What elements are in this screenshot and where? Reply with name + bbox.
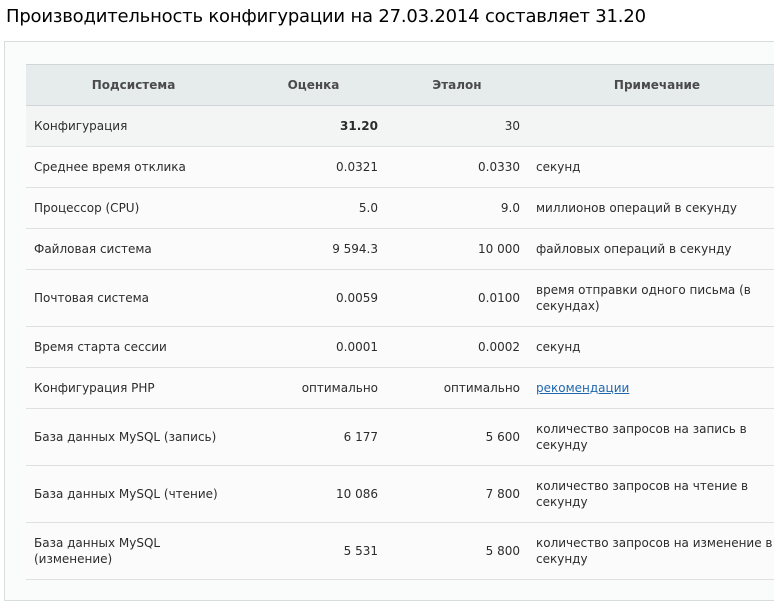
table-row: База данных MySQL (чтение) 10 086 7 800 … bbox=[26, 465, 774, 523]
reference-value: 0.0100 bbox=[386, 269, 528, 327]
note-text: время отправки одного письма (в секундах… bbox=[528, 269, 774, 327]
note-text: количество запросов на чтение в секунду bbox=[528, 465, 774, 523]
reference-value: 30 bbox=[386, 105, 528, 147]
note-text: количество запросов на запись в секунду bbox=[528, 408, 774, 466]
score-value: оптимально bbox=[241, 367, 386, 409]
note-text: миллионов операций в секунду bbox=[528, 187, 774, 229]
score-value: 6 177 bbox=[241, 408, 386, 466]
reference-value: 5 600 bbox=[386, 408, 528, 466]
note-text: секунд bbox=[528, 146, 774, 188]
header-reference: Эталон bbox=[386, 64, 528, 106]
subsystem-name: База данных MySQL (запись) bbox=[26, 408, 241, 466]
score-value: 0.0001 bbox=[241, 326, 386, 368]
table-row: База данных MySQL (запись) 6 177 5 600 к… bbox=[26, 408, 774, 466]
reference-value: 10 000 bbox=[386, 228, 528, 270]
table-row: База данных MySQL (изменение) 5 531 5 80… bbox=[26, 522, 774, 580]
reference-value: 0.0330 bbox=[386, 146, 528, 188]
reference-value: 5 800 bbox=[386, 522, 528, 580]
score-value: 0.0059 bbox=[241, 269, 386, 327]
note-text: секунд bbox=[528, 326, 774, 368]
table-row: Файловая система 9 594.3 10 000 файловых… bbox=[26, 228, 774, 270]
performance-table: Подсистема Оценка Эталон Примечание Конф… bbox=[26, 64, 774, 580]
table-row: Среднее время отклика 0.0321 0.0330 секу… bbox=[26, 146, 774, 188]
subsystem-name: Время старта сессии bbox=[26, 326, 241, 368]
score-value: 9 594.3 bbox=[241, 228, 386, 270]
performance-table-container: Подсистема Оценка Эталон Примечание Конф… bbox=[26, 64, 774, 580]
subsystem-name: Процессор (CPU) bbox=[26, 187, 241, 229]
header-subsystem: Подсистема bbox=[26, 64, 241, 106]
table-row: Конфигурация PHP оптимально оптимально р… bbox=[26, 367, 774, 409]
table-header-row: Подсистема Оценка Эталон Примечание bbox=[26, 64, 774, 106]
subsystem-name: Среднее время отклика bbox=[26, 146, 241, 188]
header-note: Примечание bbox=[528, 64, 774, 106]
table-row: Почтовая система 0.0059 0.0100 время отп… bbox=[26, 269, 774, 327]
reference-value: оптимально bbox=[386, 367, 528, 409]
reference-value: 0.0002 bbox=[386, 326, 528, 368]
score-value: 10 086 bbox=[241, 465, 386, 523]
note-text: файловых операций в секунду bbox=[528, 228, 774, 270]
subsystem-name: Конфигурация PHP bbox=[26, 367, 241, 409]
subsystem-name: Файловая система bbox=[26, 228, 241, 270]
reference-value: 7 800 bbox=[386, 465, 528, 523]
subsystem-name: Конфигурация bbox=[26, 105, 241, 147]
note-text: количество запросов на изменение в секун… bbox=[528, 522, 774, 580]
score-value: 5.0 bbox=[241, 187, 386, 229]
header-score: Оценка bbox=[241, 64, 386, 106]
note-text bbox=[528, 105, 774, 147]
subsystem-name: Почтовая система bbox=[26, 269, 241, 327]
subsystem-name: База данных MySQL (чтение) bbox=[26, 465, 241, 523]
table-row: Время старта сессии 0.0001 0.0002 секунд bbox=[26, 326, 774, 368]
subsystem-name: База данных MySQL (изменение) bbox=[26, 522, 241, 580]
reference-value: 9.0 bbox=[386, 187, 528, 229]
score-value: 31.20 bbox=[241, 105, 386, 147]
score-value: 0.0321 bbox=[241, 146, 386, 188]
note-cell: рекомендации bbox=[528, 367, 774, 409]
recommendations-link[interactable]: рекомендации bbox=[536, 381, 629, 395]
score-value: 5 531 bbox=[241, 522, 386, 580]
table-row: Процессор (CPU) 5.0 9.0 миллионов операц… bbox=[26, 187, 774, 229]
table-row: Конфигурация 31.20 30 bbox=[26, 105, 774, 147]
page-title: Производительность конфигурации на 27.03… bbox=[6, 6, 646, 27]
